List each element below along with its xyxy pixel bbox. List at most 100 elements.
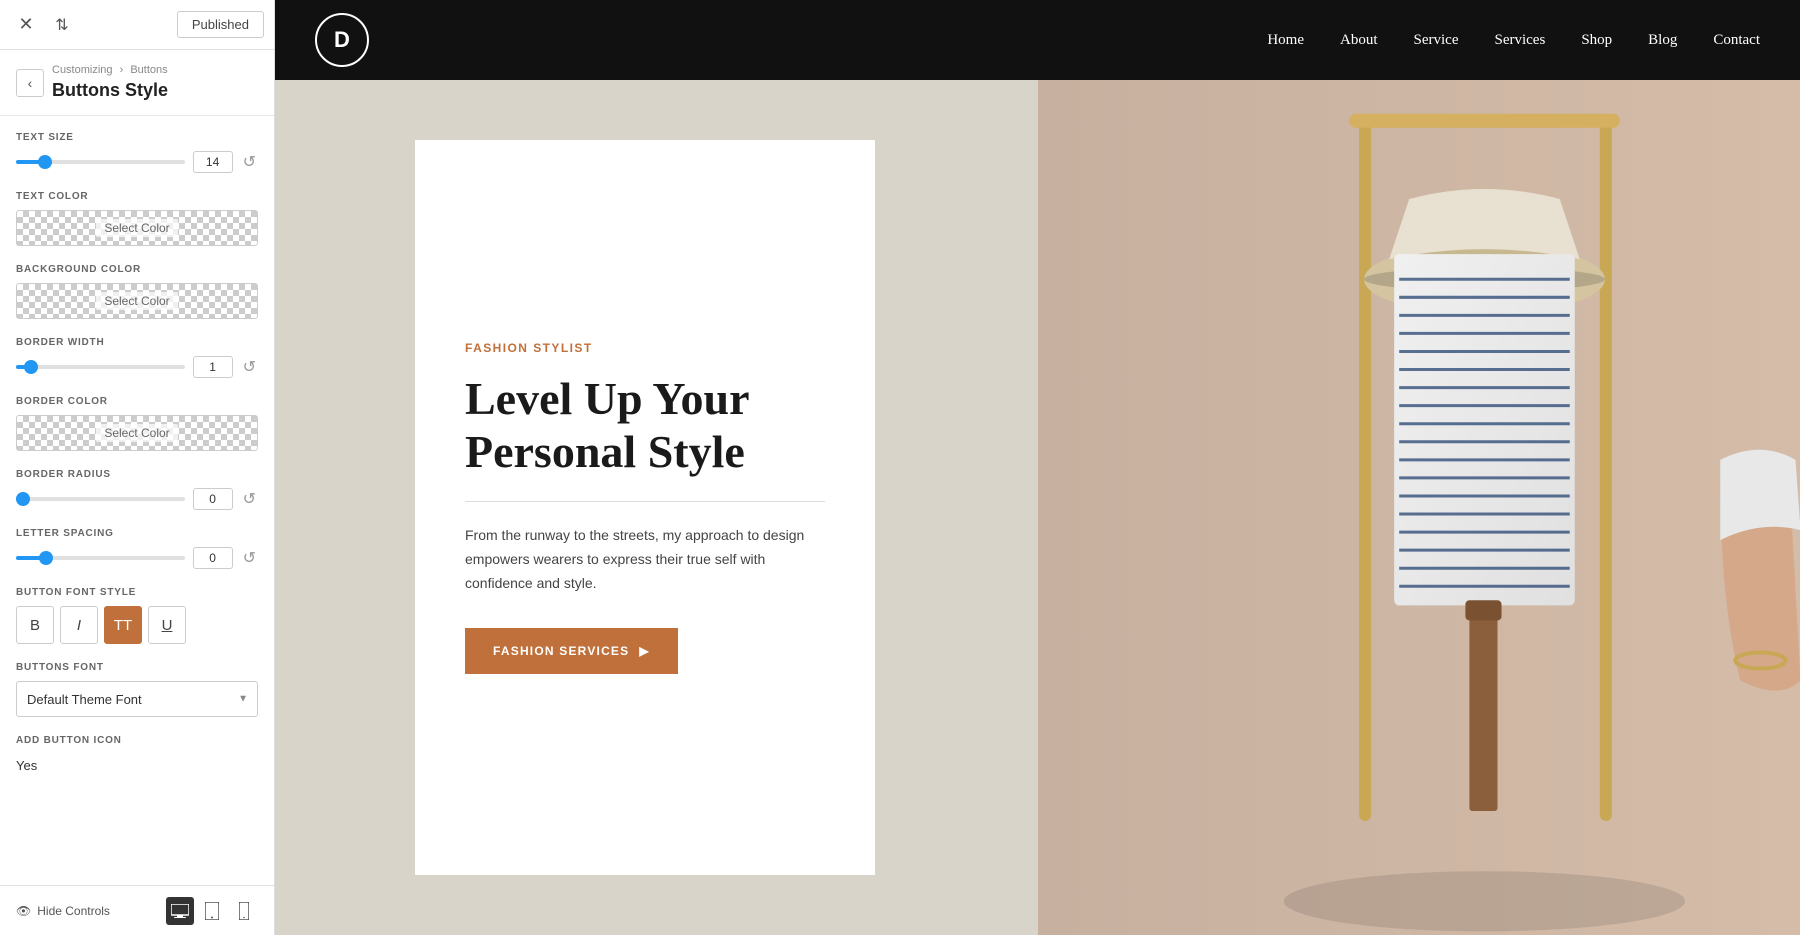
preview-nav: D Home About Service Services Shop Blog … [275, 0, 1800, 80]
border-radius-label: BORDER RADIUS [16, 469, 258, 480]
letter-spacing-slider-row: 0 ↺ [16, 547, 258, 569]
uppercase-button[interactable]: TT [104, 606, 142, 644]
background-color-picker[interactable]: Select Color [16, 283, 258, 319]
fashion-illustration [1038, 80, 1800, 935]
preview-content: FASHION STYLIST Level Up Your Personal S… [275, 80, 1800, 935]
eye-icon: 👁 [16, 904, 31, 918]
panel-title: Buttons Style [52, 80, 258, 101]
hero-left: FASHION STYLIST Level Up Your Personal S… [275, 80, 1038, 935]
panel-breadcrumb-area: ‹ Customizing › Buttons Buttons Style [0, 50, 274, 116]
breadcrumb-current: Buttons [130, 64, 167, 76]
hero-right [1038, 80, 1800, 935]
view-desktop-button[interactable] [166, 897, 194, 925]
panel-bottom-bar: 👁 Hide Controls [0, 885, 274, 935]
breadcrumb-separator: › [120, 64, 124, 76]
border-color-control: BORDER COLOR Select Color [16, 396, 258, 451]
mobile-icon [239, 902, 249, 920]
letter-spacing-reset[interactable]: ↺ [241, 548, 258, 568]
italic-button[interactable]: I [60, 606, 98, 644]
text-size-label: TEXT SIZE [16, 132, 258, 143]
panel-swap-button[interactable]: ⇅ [46, 9, 78, 41]
hero-body: From the runway to the streets, my appro… [465, 524, 825, 595]
text-size-control: TEXT SIZE 14 ↺ [16, 132, 258, 173]
border-color-picker[interactable]: Select Color [16, 415, 258, 451]
view-tablet-button[interactable] [198, 897, 226, 925]
border-radius-control: BORDER RADIUS 0 ↺ [16, 469, 258, 510]
text-color-picker[interactable]: Select Color [16, 210, 258, 246]
border-width-slider-row: 1 ↺ [16, 356, 258, 378]
letter-spacing-label: LETTER SPACING [16, 528, 258, 539]
nav-logo: D [315, 13, 369, 67]
underline-button[interactable]: U [148, 606, 186, 644]
nav-link-home[interactable]: Home [1267, 32, 1304, 49]
letter-spacing-slider[interactable] [16, 556, 185, 560]
background-color-picker-label: Select Color [96, 292, 177, 310]
border-radius-reset[interactable]: ↺ [241, 489, 258, 509]
text-size-slider-row: 14 ↺ [16, 151, 258, 173]
background-color-control: BACKGROUND COLOR Select Color [16, 264, 258, 319]
desktop-icon [171, 904, 189, 918]
buttons-font-select[interactable]: Default Theme Font Arial Georgia Helveti… [16, 681, 258, 717]
hero-cta-label: FASHION SERVICES [493, 644, 629, 658]
view-mobile-button[interactable] [230, 897, 258, 925]
letter-spacing-control: LETTER SPACING 0 ↺ [16, 528, 258, 569]
border-color-picker-label: Select Color [96, 424, 177, 442]
buttons-font-label: BUTTONS FONT [16, 662, 258, 673]
text-size-slider[interactable] [16, 160, 185, 164]
left-panel: ✕ ⇅ Published ‹ Customizing › Buttons Bu… [0, 0, 275, 935]
breadcrumb-parent: Customizing [52, 64, 113, 76]
hero-section: FASHION STYLIST Level Up Your Personal S… [275, 80, 1800, 935]
border-radius-slider[interactable] [16, 497, 185, 501]
letter-spacing-input[interactable]: 0 [193, 547, 233, 569]
hero-subtitle: FASHION STYLIST [465, 341, 825, 355]
hide-controls-button[interactable]: 👁 Hide Controls [16, 904, 110, 918]
buttons-font-control: BUTTONS FONT Default Theme Font Arial Ge… [16, 662, 258, 717]
bold-button[interactable]: B [16, 606, 54, 644]
buttons-font-select-wrapper: Default Theme Font Arial Georgia Helveti… [16, 681, 258, 717]
nav-link-contact[interactable]: Contact [1713, 32, 1760, 49]
hide-controls-label: Hide Controls [37, 904, 110, 918]
button-font-style-control: BUTTON FONT STYLE B I TT U [16, 587, 258, 644]
border-color-label: BORDER COLOR [16, 396, 258, 407]
border-radius-slider-row: 0 ↺ [16, 488, 258, 510]
font-style-row: B I TT U [16, 606, 258, 644]
text-size-input[interactable]: 14 [193, 151, 233, 173]
hero-divider [465, 501, 825, 502]
nav-link-shop[interactable]: Shop [1581, 32, 1612, 49]
text-size-reset[interactable]: ↺ [241, 152, 258, 172]
nav-logo-letter: D [334, 27, 350, 53]
nav-link-services[interactable]: Services [1494, 32, 1545, 49]
nav-link-service[interactable]: Service [1414, 32, 1459, 49]
add-button-icon-control: ADD BUTTON ICON Yes [16, 735, 258, 777]
nav-link-about[interactable]: About [1340, 32, 1378, 49]
hero-title: Level Up Your Personal Style [465, 373, 825, 479]
back-button[interactable]: ‹ [16, 69, 44, 97]
border-radius-input[interactable]: 0 [193, 488, 233, 510]
add-button-icon-label: ADD BUTTON ICON [16, 735, 258, 746]
border-width-reset[interactable]: ↺ [241, 357, 258, 377]
hero-cta-arrow-icon: ▶ [639, 644, 649, 658]
text-color-control: TEXT COLOR Select Color [16, 191, 258, 246]
border-width-label: BORDER WIDTH [16, 337, 258, 348]
published-button[interactable]: Published [177, 11, 264, 38]
hero-cta-button[interactable]: FASHION SERVICES ▶ [465, 628, 678, 674]
breadcrumb-text-area: Customizing › Buttons Buttons Style [52, 64, 258, 101]
nav-links: Home About Service Services Shop Blog Co… [1267, 32, 1760, 49]
hero-card: FASHION STYLIST Level Up Your Personal S… [415, 140, 875, 875]
text-color-picker-label: Select Color [96, 219, 177, 237]
hero-image [1038, 80, 1800, 935]
border-width-slider[interactable] [16, 365, 185, 369]
button-font-style-label: BUTTON FONT STYLE [16, 587, 258, 598]
panel-top-bar: ✕ ⇅ Published [0, 0, 274, 50]
breadcrumb: Customizing › Buttons [52, 64, 258, 76]
text-color-label: TEXT COLOR [16, 191, 258, 202]
background-color-label: BACKGROUND COLOR [16, 264, 258, 275]
add-button-icon-value: Yes [16, 754, 258, 777]
border-width-input[interactable]: 1 [193, 356, 233, 378]
border-width-control: BORDER WIDTH 1 ↺ [16, 337, 258, 378]
view-buttons [166, 897, 258, 925]
panel-close-button[interactable]: ✕ [10, 9, 42, 41]
preview-area: D Home About Service Services Shop Blog … [275, 0, 1800, 935]
panel-content: TEXT SIZE 14 ↺ TEXT COLOR Select Color B… [0, 116, 274, 885]
nav-link-blog[interactable]: Blog [1648, 32, 1677, 49]
